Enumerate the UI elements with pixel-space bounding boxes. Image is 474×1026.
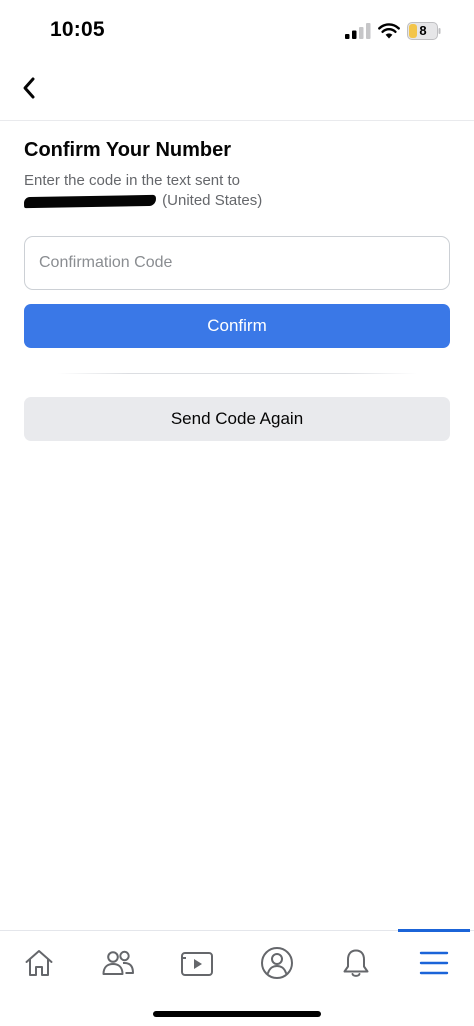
battery-level: 8: [419, 23, 427, 38]
redacted-phone-number: [23, 194, 157, 208]
active-tab-indicator: [398, 929, 470, 932]
tab-menu[interactable]: [409, 943, 459, 983]
video-icon: [181, 952, 213, 976]
status-bar: 10:05 8: [0, 0, 474, 60]
bottom-tab-bar: [0, 929, 474, 1026]
tab-profile[interactable]: [252, 943, 302, 983]
home-indicator: [153, 1011, 321, 1017]
confirm-button[interactable]: Confirm: [24, 304, 450, 348]
cellular-signal-icon: [345, 23, 371, 39]
confirm-number-form: Confirm Your Number Enter the code in th…: [23, 136, 450, 441]
back-button[interactable]: [14, 72, 44, 104]
home-icon: [25, 950, 53, 976]
friends-icon: [102, 950, 134, 975]
confirmation-code-input[interactable]: [24, 236, 450, 290]
menu-icon: [419, 951, 449, 975]
profile-icon: [261, 947, 293, 979]
status-time: 10:05: [50, 18, 105, 41]
tab-friends[interactable]: [93, 943, 143, 983]
bell-icon: [343, 949, 369, 977]
phone-country: (United States): [162, 192, 263, 209]
chevron-left-icon: [23, 77, 35, 99]
send-code-again-button[interactable]: Send Code Again: [24, 397, 450, 441]
tab-home[interactable]: [14, 943, 64, 983]
phone-number-line: (United States): [23, 191, 450, 211]
instruction-line: Enter the code in the text sent to: [24, 172, 240, 189]
tab-notifications[interactable]: [331, 943, 381, 983]
instruction-text: Enter the code in the text sent to (Unit…: [23, 171, 450, 211]
nav-bar: [0, 60, 474, 121]
wifi-icon: [378, 23, 400, 39]
tab-watch[interactable]: [172, 943, 222, 983]
divider: [57, 373, 417, 374]
page-title: Confirm Your Number: [24, 139, 232, 161]
